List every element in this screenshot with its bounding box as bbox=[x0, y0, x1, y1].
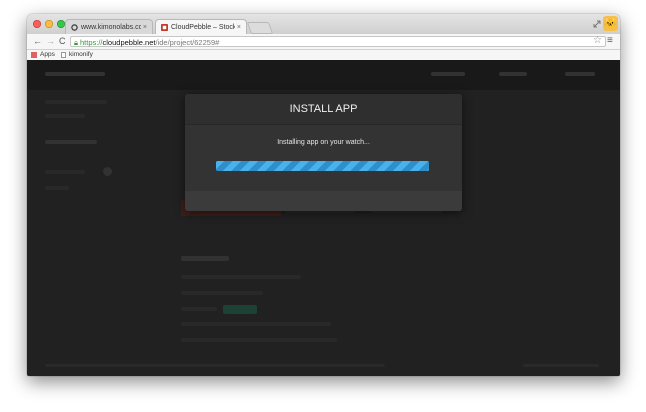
profile-avatar-icon[interactable]: 🐱 bbox=[603, 16, 618, 31]
zoom-window-button[interactable] bbox=[57, 20, 65, 28]
chrome-menu-icon[interactable]: ≡ bbox=[607, 35, 613, 47]
apps-grid-icon bbox=[31, 52, 37, 58]
bookmark-apps[interactable]: Apps bbox=[31, 50, 55, 60]
tab-close-icon[interactable]: × bbox=[237, 20, 241, 34]
fullscreen-icon[interactable] bbox=[593, 20, 601, 28]
bookmark-star-icon[interactable]: ☆ bbox=[593, 35, 602, 47]
new-tab-button[interactable] bbox=[246, 22, 274, 34]
page-content: INSTALL APP Installing app on your watch… bbox=[27, 60, 620, 376]
page-icon bbox=[61, 52, 66, 58]
tab-cloudpebble[interactable]: CloudPebble – Stock Ticke × bbox=[155, 19, 247, 34]
tab-close-icon[interactable]: × bbox=[143, 20, 147, 34]
install-app-dialog: INSTALL APP Installing app on your watch… bbox=[185, 94, 462, 211]
bookmarks-bar: Apps kimonify bbox=[27, 50, 620, 60]
install-status-text: Installing app on your watch... bbox=[277, 139, 370, 146]
browser-window: www.kimonolabs.com/ap × CloudPebble – St… bbox=[27, 14, 620, 376]
url-path: /ide/project/62259# bbox=[155, 38, 220, 47]
address-bar[interactable]: 🔒︎ https://cloudpebble.net/ide/project/62… bbox=[70, 36, 606, 47]
install-progress-bar bbox=[216, 161, 429, 171]
url-host: cloudpebble.net bbox=[102, 38, 156, 47]
back-button[interactable]: ← bbox=[33, 35, 42, 47]
dialog-title: INSTALL APP bbox=[185, 94, 462, 125]
close-window-button[interactable] bbox=[33, 20, 41, 28]
dialog-footer bbox=[185, 191, 462, 211]
window-controls bbox=[33, 20, 65, 28]
browser-toolbar: ← → C 🔒︎ https://cloudpebble.net/ide/proj… bbox=[27, 34, 620, 50]
tab-kimonolabs[interactable]: www.kimonolabs.com/ap × bbox=[65, 19, 153, 34]
title-bar: www.kimonolabs.com/ap × CloudPebble – St… bbox=[27, 14, 620, 34]
tab-label: www.kimonolabs.com/ap bbox=[81, 23, 141, 31]
lock-icon: 🔒︎ bbox=[74, 38, 78, 47]
bookmark-label: kimonify bbox=[69, 51, 93, 58]
bookmark-kimonify[interactable]: kimonify bbox=[61, 50, 93, 60]
bookmark-label: Apps bbox=[40, 51, 55, 58]
tab-label: CloudPebble – Stock Ticke bbox=[171, 23, 235, 31]
reload-button[interactable]: C bbox=[59, 35, 66, 47]
progress-fill bbox=[216, 161, 429, 171]
kimono-favicon-icon bbox=[71, 23, 78, 31]
dialog-body: Installing app on your watch... bbox=[185, 125, 462, 191]
url-scheme: https:// bbox=[80, 38, 103, 47]
cloudpebble-favicon-icon bbox=[161, 23, 168, 31]
forward-button[interactable]: → bbox=[46, 35, 55, 47]
minimize-window-button[interactable] bbox=[45, 20, 53, 28]
